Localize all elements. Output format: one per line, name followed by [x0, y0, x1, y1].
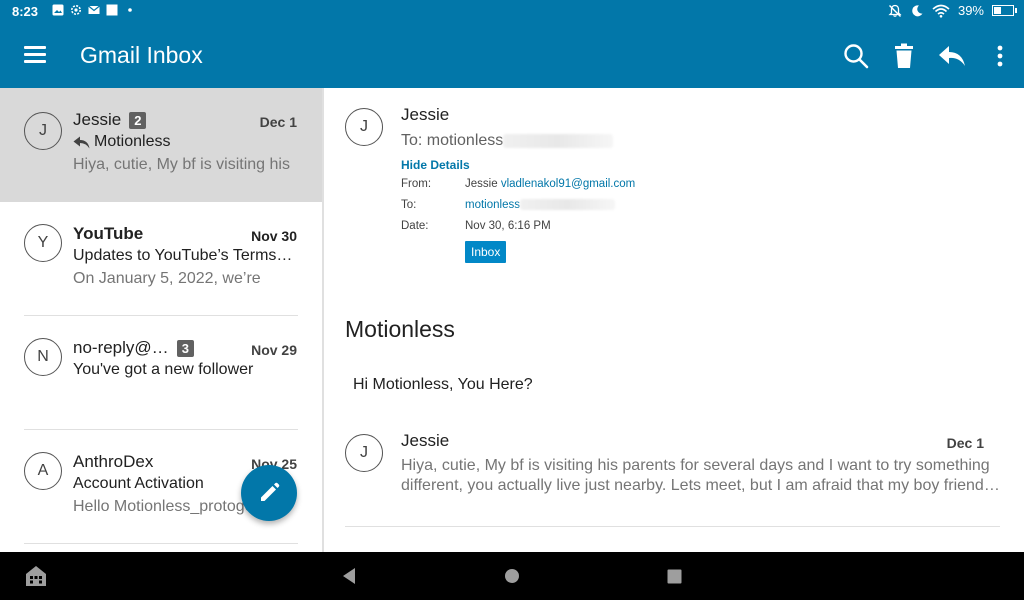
meta-label: Date:: [401, 220, 429, 232]
divider: [345, 526, 1000, 527]
overflow-menu-button[interactable]: [976, 32, 1024, 80]
thread-sender: Jessie 2: [73, 110, 147, 130]
hide-details-link[interactable]: Hide Details: [401, 158, 470, 172]
detail-avatar: J: [345, 108, 383, 146]
snippet-line: Hiya, cutie, My bf is visiting his paren…: [401, 457, 990, 474]
thread-sender: YouTube: [73, 224, 143, 244]
reply-button[interactable]: [928, 32, 976, 80]
message-count-badge: 3: [176, 339, 194, 357]
thread-item-jessie[interactable]: J Jessie 2 Dec 1 Motionless Hiya, cutie,…: [0, 88, 322, 202]
conversation-subject: Motionless: [345, 316, 455, 342]
settings-icon: [71, 5, 81, 15]
meta-label: To:: [401, 199, 417, 211]
search-icon: [844, 44, 869, 69]
compose-button[interactable]: [241, 465, 297, 521]
meta-date-row: Date: Nov 30, 6:16 PM: [401, 220, 551, 232]
meta-label: From:: [401, 178, 432, 190]
thread-date: Dec 1: [259, 114, 297, 130]
redacted-address: [519, 199, 615, 210]
redacted-address: [503, 133, 614, 148]
delete-button[interactable]: [880, 32, 928, 80]
divider: [24, 543, 298, 544]
sender-name: Jessie: [73, 110, 122, 129]
notifications-off-icon: [888, 4, 902, 17]
thread-subject: You've got a new follower: [73, 361, 254, 378]
home-button[interactable]: [500, 564, 524, 588]
battery-percent: 39%: [957, 3, 984, 18]
thread-snippet: On January 5, 2022, we’re: [73, 270, 261, 287]
message-snippet: Hiya, cutie, My bf is visiting his paren…: [401, 456, 1001, 496]
message-sender: Jessie: [401, 431, 450, 450]
label-chip[interactable]: Inbox: [465, 241, 507, 263]
home-drawer-icon: [26, 566, 46, 586]
status-icons-left: [52, 4, 136, 16]
detail-recipient: To: motionless: [401, 132, 614, 150]
pencil-icon: [261, 482, 280, 501]
avatar: N: [24, 338, 62, 376]
status-icons-right: 39%: [888, 3, 1017, 18]
avatar: A: [24, 452, 62, 490]
recents-button[interactable]: [662, 564, 686, 588]
message-detail: J Jessie To: motionless Hide Details Fro…: [324, 88, 1024, 552]
thread-subject: Account Activation: [73, 475, 204, 492]
battery-fill: [994, 7, 1001, 14]
from-name: Jessie: [465, 178, 498, 190]
reply-icon: [939, 46, 965, 66]
mail-icon: [88, 5, 100, 14]
navigation-bar: [0, 552, 1024, 600]
thread-date: Nov 30: [251, 228, 297, 244]
detail-sender: Jessie: [401, 105, 450, 124]
dot-icon: [128, 8, 132, 12]
thread-snippet: Hiya, cutie, My bf is visiting his: [73, 156, 290, 173]
image-icon: [52, 4, 64, 16]
avatar: Y: [24, 224, 62, 262]
meta-to-row: To: motionless: [401, 199, 615, 211]
date-value: Nov 30, 6:16 PM: [465, 220, 551, 232]
wifi-icon: [932, 4, 950, 18]
status-time: 8:23: [12, 4, 39, 19]
recipient-line: To: motionless: [401, 132, 504, 149]
message-body: Hi Motionless, You Here?: [353, 376, 533, 393]
thread-item-youtube[interactable]: Y YouTube Nov 30 Updates to YouTube’s Te…: [0, 202, 322, 316]
thread-subject: Updates to YouTube’s Terms…: [73, 247, 293, 264]
back-icon: [343, 568, 355, 584]
thread-subject-row: Motionless: [73, 133, 298, 151]
avatar: J: [24, 112, 62, 150]
message-date: Dec 1: [946, 435, 984, 451]
app-title: Gmail Inbox: [80, 42, 203, 68]
moon-icon: [912, 4, 923, 16]
thread-item-no-reply[interactable]: N no-reply@… 3 Nov 29 You've got a new f…: [0, 316, 322, 430]
from-email[interactable]: vladlenakol91@gmail.com: [501, 178, 635, 190]
message-avatar: J: [345, 434, 383, 472]
sender-name: AnthroDex: [73, 452, 154, 471]
message-count-badge: 2: [129, 111, 147, 129]
menu-icon[interactable]: [24, 46, 46, 64]
replied-icon: [73, 136, 90, 148]
thread-subject: Motionless: [94, 133, 171, 150]
overflow-menu-icon: [997, 45, 1003, 67]
app-bar: Gmail Inbox: [0, 24, 1024, 88]
thread-subject-row: You've got a new follower: [73, 361, 298, 379]
to-address[interactable]: motionless: [465, 199, 520, 211]
battery-icon: [992, 5, 1017, 16]
app-actions: [832, 24, 1024, 88]
thread-date: Nov 29: [251, 342, 297, 358]
status-bar: 8:23 39%: [0, 0, 1024, 24]
thread-subject-row: Updates to YouTube’s Terms…: [73, 247, 298, 265]
search-button[interactable]: [832, 32, 880, 80]
snippet-line: different, you actually live just nearby…: [401, 477, 1000, 494]
sender-name: YouTube: [73, 224, 144, 243]
meta-from-row: From: Jessie vladlenakol91@gmail.com: [401, 178, 635, 190]
thread-sender: AnthroDex: [73, 452, 153, 472]
square-icon: [106, 4, 118, 16]
thread-sender: no-reply@… 3: [73, 338, 194, 358]
home-icon: [505, 569, 519, 583]
back-button[interactable]: [337, 564, 361, 588]
sender-name: no-reply@…: [73, 338, 169, 357]
delete-icon: [895, 43, 913, 68]
home-drawer-button[interactable]: [24, 564, 48, 588]
recents-icon: [667, 569, 681, 583]
